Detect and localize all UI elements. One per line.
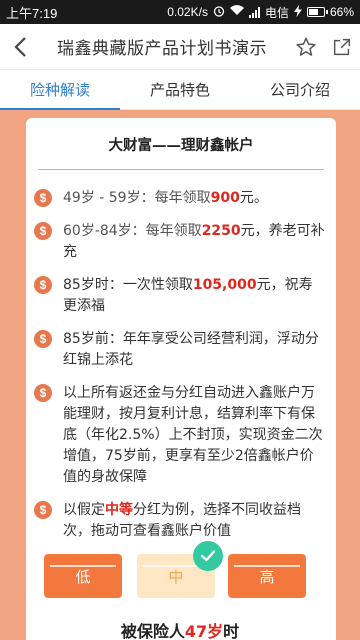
signal-icon — [248, 6, 260, 18]
list-item: $ 以上所有返还金与分红自动进入鑫账户万能理财，按月复利计息，结算利率下有保底（… — [34, 383, 326, 488]
level-low-button[interactable]: 低 — [44, 554, 122, 598]
charging-icon — [293, 4, 302, 20]
level-high-button[interactable]: 高 — [228, 554, 306, 598]
card-title: 大财富——理财鑫帐户 — [38, 118, 324, 170]
status-right: 0.02K/s 电信 66% — [167, 4, 354, 21]
tab-company-intro[interactable]: 公司介绍 — [240, 70, 360, 109]
button-stripe — [234, 565, 300, 567]
list-item: $ 49岁 - 59岁：每年领取900元。 — [34, 188, 326, 209]
button-stripe — [50, 565, 116, 567]
list-item-text: 60岁-84岁：每年领取2250元，养老可补充 — [63, 223, 325, 260]
list-item-text: 85岁时：一次性领取105,000元，祝寿更添福 — [63, 277, 313, 314]
alarm-icon — [213, 5, 225, 20]
tab-product-features[interactable]: 产品特色 — [120, 70, 240, 109]
list-item-text: 以上所有返还金与分红自动进入鑫账户万能理财，按月复利计息，结算利率下有保底（年化… — [63, 385, 323, 485]
app-bar: 瑞鑫典藏版产品计划书演示 — [0, 24, 360, 70]
insured-suffix: 时 — [223, 622, 240, 640]
list-item-text: 以假定中等分红为例，选择不同收益档次，拖动可查看鑫账户价值 — [63, 502, 301, 539]
back-button[interactable] — [0, 24, 40, 70]
list-item: $ 60岁-84岁：每年领取2250元，养老可补充 — [34, 221, 326, 263]
dollar-icon: $ — [34, 330, 52, 348]
list-item: $ 85岁前：年年享受公司经营利润，浮动分红锦上添花 — [34, 329, 326, 371]
level-low-label: 低 — [75, 567, 91, 586]
page-title: 瑞鑫典藏版产品计划书演示 — [57, 39, 267, 59]
insured-label: 被保险人 — [120, 622, 185, 640]
tab-product-interpretation[interactable]: 险种解读 — [0, 70, 120, 110]
battery-icon — [306, 7, 328, 17]
network-speed: 0.02K/s — [167, 5, 208, 19]
level-selector: 低 中 高 — [0, 554, 360, 600]
level-mid-label: 中 — [168, 567, 184, 586]
dollar-icon: $ — [34, 189, 52, 207]
dollar-icon: $ — [34, 384, 52, 402]
list-item-text: 49岁 - 59岁：每年领取900元。 — [63, 190, 268, 206]
insured-age: 47岁 — [184, 622, 224, 640]
level-high-label: 高 — [259, 567, 275, 586]
status-bar: 上午7:19 0.02K/s 电信 66% — [0, 0, 360, 24]
list-item: $ 85岁时：一次性领取105,000元，祝寿更添福 — [34, 275, 326, 317]
list-item: $ 以假定中等分红为例，选择不同收益档次，拖动可查看鑫账户价值 — [34, 500, 326, 542]
dollar-icon: $ — [34, 222, 52, 240]
chevron-left-icon — [14, 36, 26, 57]
battery-fill — [308, 9, 318, 15]
list-item-text: 85岁前：年年享受公司经营利润，浮动分红锦上添花 — [63, 331, 319, 368]
battery-percent: 66% — [329, 5, 354, 19]
wifi-icon — [229, 5, 244, 19]
carrier-label: 电信 — [264, 5, 289, 20]
dollar-icon: $ — [34, 501, 52, 519]
dollar-icon: $ — [34, 276, 52, 294]
selected-check-icon — [193, 541, 223, 571]
share-icon — [333, 38, 351, 55]
favorite-button[interactable] — [288, 24, 324, 70]
benefit-list: $ 49岁 - 59岁：每年领取900元。 $ 60岁-84岁：每年领取2250… — [26, 170, 336, 542]
share-button[interactable] — [324, 24, 360, 70]
star-icon — [296, 37, 316, 56]
insured-age-line: 被保险人47岁时 — [0, 618, 360, 640]
tab-bar: 险种解读 产品特色 公司介绍 — [0, 70, 360, 110]
status-time: 上午7:19 — [6, 5, 58, 21]
